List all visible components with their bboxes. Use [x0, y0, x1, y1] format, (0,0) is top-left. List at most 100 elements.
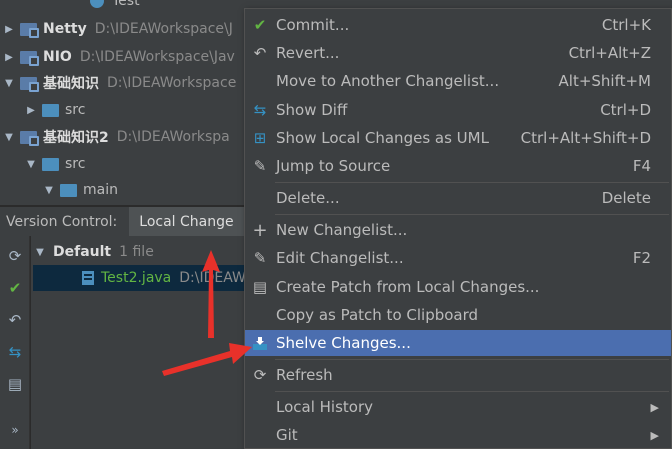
revert-icon: ↶: [253, 44, 267, 62]
java-file-icon: [81, 270, 95, 286]
menu-item-label: Revert...: [276, 44, 340, 62]
empty-icon: [247, 185, 273, 211]
menu-item-edit-changelist[interactable]: ✎ Edit Changelist... F2: [245, 245, 671, 271]
menu-separator: [275, 214, 669, 215]
menu-item-show-uml[interactable]: ⊞ Show Local Changes as UML Ctrl+Alt+Shi…: [245, 125, 671, 151]
menu-item-git[interactable]: Git ▶: [245, 422, 671, 448]
plus-icon: +: [252, 219, 268, 241]
tree-item-path: D:\IDEAWorkspace: [107, 75, 237, 91]
menu-item-label: Refresh: [276, 366, 333, 384]
menu-item-copy-patch[interactable]: Copy as Patch to Clipboard: [245, 302, 671, 328]
tree-item-path: D:\IDEAWorkspace\J: [94, 21, 233, 37]
menu-item-delete[interactable]: Delete... Delete: [245, 185, 671, 211]
commit-check-icon[interactable]: ✔: [5, 278, 25, 298]
menu-item-revert[interactable]: ↶ Revert... Ctrl+Alt+Z: [245, 40, 671, 66]
tree-item-path: D:\IDEAWorkspa: [116, 129, 230, 145]
patch-icon: ▤: [252, 278, 268, 296]
menu-item-shelve-changes[interactable]: Shelve Changes...: [245, 330, 671, 356]
pencil-icon: ✎: [253, 249, 267, 267]
changelist-row[interactable]: ▼ Default 1 file: [31, 240, 154, 264]
tree-item-label: 基础知识2: [43, 130, 109, 146]
folder-icon: [42, 157, 59, 171]
check-icon: ✔: [253, 16, 267, 34]
module-folder-icon: [20, 76, 39, 92]
module-folder-icon: [20, 130, 39, 146]
more-icon[interactable]: »: [5, 420, 25, 440]
folder-icon: [60, 183, 77, 197]
menu-separator: [275, 182, 669, 183]
tree-item-label: 基础知识: [43, 76, 99, 92]
menu-item-new-changelist[interactable]: + New Changelist...: [245, 217, 671, 243]
empty-icon: [247, 302, 273, 328]
refresh-icon: ⟳: [253, 366, 267, 384]
changed-file-path: D:\IDEAW: [179, 270, 246, 286]
context-menu: ✔ Commit... Ctrl+K ↶ Revert... Ctrl+Alt+…: [244, 8, 672, 449]
menu-item-label: Local History: [276, 398, 374, 416]
changes-toolbar: ⟳ ✔ ↶ ⇆ ▤ »: [0, 236, 30, 449]
menu-item-local-history[interactable]: Local History ▶: [245, 394, 671, 420]
menu-item-shortcut: Delete: [601, 189, 651, 207]
menu-separator: [275, 391, 669, 392]
empty-icon: [247, 68, 273, 94]
menu-item-create-patch[interactable]: ▤ Create Patch from Local Changes...: [245, 274, 671, 300]
menu-item-shortcut: F2: [632, 249, 651, 267]
menu-item-shortcut: Ctrl+K: [601, 16, 651, 34]
tree-item-path: D:\IDEAWorkspace\Jav: [79, 49, 235, 65]
chevron-down-icon[interactable]: ▼: [44, 185, 54, 196]
menu-item-show-diff[interactable]: ⇆ Show Diff Ctrl+D: [245, 97, 671, 123]
menu-item-label: Git: [276, 426, 298, 444]
menu-item-jump-to-source[interactable]: ✎ Jump to Source F4: [245, 153, 671, 179]
chevron-right-icon[interactable]: ▶: [4, 24, 14, 35]
tree-item-label: Netty: [43, 21, 87, 37]
tab-local-changes[interactable]: Local Change: [129, 206, 244, 237]
empty-icon: [247, 422, 273, 448]
uml-icon: ⊞: [253, 129, 267, 147]
menu-item-commit[interactable]: ✔ Commit... Ctrl+K: [245, 12, 671, 38]
menu-item-label: Show Local Changes as UML: [276, 129, 489, 147]
chevron-right-icon[interactable]: ▶: [26, 105, 36, 116]
tree-item-label: main: [83, 182, 118, 198]
menu-item-label: Jump to Source: [276, 157, 391, 175]
changed-file-name: Test2.java: [101, 270, 172, 286]
changelist-count: 1 file: [119, 244, 154, 260]
menu-item-shortcut: F4: [632, 157, 651, 175]
menu-item-shortcut: Ctrl+D: [600, 101, 651, 119]
tree-item-label: NIO: [43, 49, 72, 65]
module-folder-icon: [20, 50, 39, 66]
module-folder-icon: [20, 22, 39, 38]
changelist-name: Default: [53, 244, 112, 260]
menu-item-shortcut: Alt+Shift+M: [558, 72, 651, 90]
chevron-down-icon[interactable]: ▼: [26, 159, 36, 170]
menu-item-label: Move to Another Changelist...: [276, 72, 500, 90]
version-control-label: Version Control:: [6, 213, 118, 230]
menu-item-label: Commit...: [276, 16, 350, 34]
chevron-down-icon[interactable]: ▼: [4, 132, 14, 143]
diff-icon: ⇆: [253, 101, 267, 119]
diff-icon[interactable]: ⇆: [5, 342, 25, 362]
changelist-icon[interactable]: ▤: [5, 374, 25, 394]
menu-separator: [275, 359, 669, 360]
class-icon: [90, 0, 104, 8]
tree-item-label: src: [65, 102, 86, 118]
menu-item-refresh[interactable]: ⟳ Refresh: [245, 362, 671, 388]
menu-item-label: Edit Changelist...: [276, 249, 404, 267]
menu-item-label: Shelve Changes...: [276, 334, 411, 352]
empty-icon: [247, 394, 273, 420]
folder-icon: [42, 103, 59, 117]
chevron-down-icon[interactable]: ▼: [35, 247, 45, 258]
submenu-arrow-icon: ▶: [650, 428, 659, 442]
menu-item-label: Delete...: [276, 189, 340, 207]
chevron-down-icon[interactable]: ▼: [4, 78, 14, 89]
menu-item-label: Copy as Patch to Clipboard: [276, 306, 479, 324]
menu-item-label: New Changelist...: [276, 221, 408, 239]
menu-item-move-changelist[interactable]: Move to Another Changelist... Alt+Shift+…: [245, 68, 671, 94]
chevron-right-icon[interactable]: ▶: [4, 52, 14, 63]
tree-item-label: src: [65, 156, 86, 172]
pencil-icon: ✎: [253, 157, 267, 175]
menu-item-shortcut: Ctrl+Alt+Shift+D: [520, 129, 651, 147]
submenu-arrow-icon: ▶: [650, 400, 659, 414]
refresh-icon[interactable]: ⟳: [5, 246, 25, 266]
menu-item-shortcut: Ctrl+Alt+Z: [568, 44, 651, 62]
menu-item-label: Show Diff: [276, 101, 348, 119]
revert-icon[interactable]: ↶: [5, 310, 25, 330]
